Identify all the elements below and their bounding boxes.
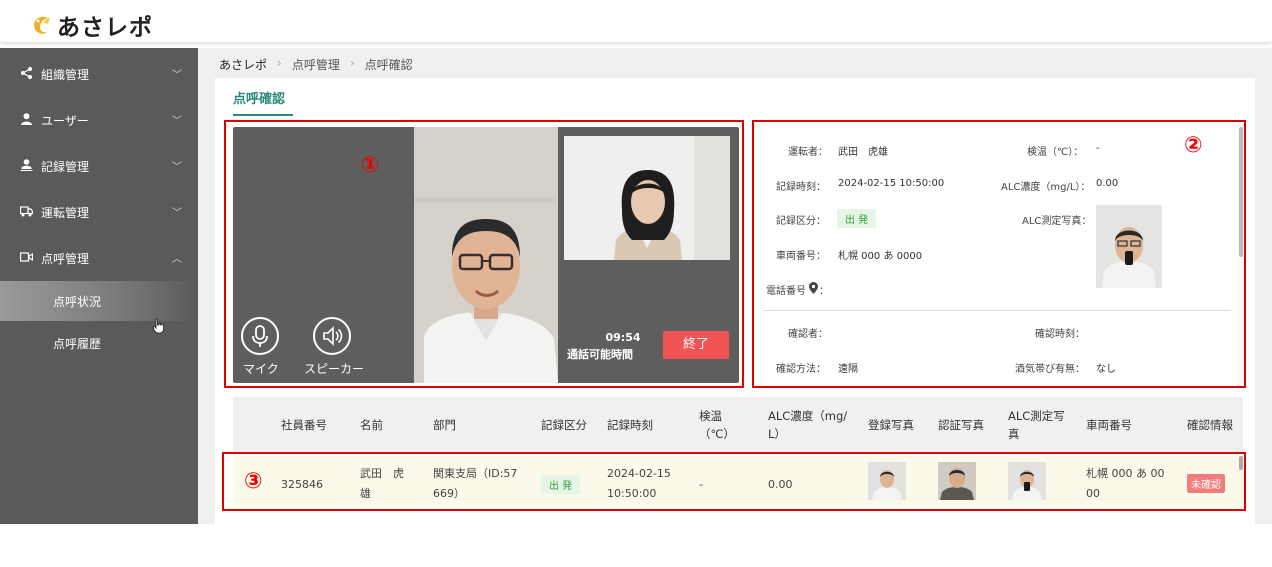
alc-value: 0.00 (1096, 178, 1119, 189)
highlight-box-2 (752, 120, 1246, 388)
truck-icon (20, 206, 33, 217)
confirmer-label: 確認者： (788, 329, 828, 340)
location-pin-icon (809, 282, 818, 294)
alc-photo-image (1096, 205, 1162, 288)
app-logo[interactable]: あさレポ (30, 8, 153, 42)
breadcrumb-home[interactable]: あさレポ (219, 56, 267, 73)
record-time-value: 2024-02-15 10:50:00 (838, 178, 945, 189)
col-record-time[interactable]: 記録時刻 (607, 416, 653, 434)
sidebar-item-label: 組織管理 (41, 68, 90, 82)
col-record-type[interactable]: 記録区分 (541, 416, 587, 434)
col-reg-photo[interactable]: 登録写真 (868, 416, 914, 434)
vehicle-value: 札幌 000 あ 0000 (838, 251, 923, 262)
user-icon (21, 113, 32, 125)
alc-photo[interactable] (1096, 205, 1162, 288)
record-icon (20, 159, 33, 171)
info-divider (763, 310, 1231, 311)
sidebar-item-label: ユーザー (41, 114, 89, 128)
sidebar-item-rollcall[interactable]: 点呼管理 ︿ (0, 234, 198, 280)
sidebar-item-users[interactable]: ユーザー ﹀ (0, 96, 198, 142)
sidebar-item-label: 運転管理 (41, 206, 90, 220)
breadcrumb-separator-icon: › (277, 56, 282, 70)
sidebar-item-organization[interactable]: 組織管理 ﹀ (0, 50, 198, 96)
record-type-badge: 出 発 (837, 209, 877, 228)
cursor-icon (152, 551, 164, 567)
col-alc-unit: L） (768, 427, 786, 441)
marker-2: ② (1184, 133, 1203, 158)
breadcrumb: あさレポ › 点呼管理 › 点呼確認 (219, 56, 423, 73)
sidebar-item-records[interactable]: 記録管理 ﹀ (0, 142, 198, 188)
phone-label: 電話番号 (766, 286, 806, 297)
chevron-down-icon: ﹀ (172, 116, 182, 127)
col-auth-photo[interactable]: 認証写真 (938, 416, 984, 434)
confirm-method-value: 遠隔 (838, 364, 858, 375)
record-time-label: 記録時刻： (776, 182, 826, 193)
confirm-method-label: 確認方法： (776, 364, 826, 375)
vehicle-label: 車両番号： (776, 251, 826, 262)
phone-colon: ： (819, 286, 829, 297)
col-employee-no[interactable]: 社員番号 (281, 416, 327, 434)
marker-1: ① (361, 153, 380, 178)
tab-underline (233, 114, 293, 116)
col-confirm[interactable]: 確認情報 (1187, 416, 1233, 434)
info-scrollbar[interactable] (1239, 127, 1243, 257)
sidebar-subitem-label: 点呼状況 (53, 295, 102, 309)
col-alc[interactable]: ALC濃度（mg/ (768, 407, 847, 425)
col-dept[interactable]: 部門 (433, 416, 456, 434)
highlight-box-1 (224, 120, 744, 388)
alc-photo-label: ALC測定写真： (1022, 216, 1092, 227)
video-icon (20, 252, 33, 262)
record-type-label: 記録区分： (776, 216, 826, 227)
alcohol-value: なし (1096, 364, 1116, 375)
col-alc-photo-cont: 真 (1008, 427, 1020, 441)
highlight-box-3 (222, 452, 1246, 511)
sidebar-item-driving[interactable]: 運転管理 ﹀ (0, 188, 198, 234)
tab-rollcall-confirm[interactable]: 点呼確認 (233, 88, 285, 107)
chevron-down-icon: ﹀ (172, 162, 182, 173)
temperature-value: - (1096, 143, 1100, 154)
alc-label: ALC濃度（mg/L）： (1001, 182, 1091, 193)
chevron-down-icon: ﹀ (172, 208, 182, 219)
sidebar-subitem-rollcall-history[interactable]: 点呼履歴 (0, 323, 198, 363)
sidebar-subitem-rollcall-status[interactable]: 点呼状況 (0, 281, 198, 321)
chevron-up-icon: ︿ (172, 254, 182, 265)
top-header: あさレポ (0, 0, 1272, 42)
sidebar: 組織管理 ﹀ ユーザー ﹀ 記録管理 ﹀ 運転管理 ﹀ 点呼管理 ︿ 点呼状況 … (0, 48, 198, 524)
sidebar-item-label: 記録管理 (41, 160, 90, 174)
logo-icon (34, 16, 50, 34)
breadcrumb-rollcall[interactable]: 点呼管理 (292, 56, 340, 73)
marker-3: ③ (244, 469, 263, 494)
chevron-down-icon: ﹀ (172, 70, 182, 81)
breadcrumb-separator-icon: › (349, 56, 355, 70)
hand-cursor-icon (153, 318, 164, 334)
sidebar-item-label: 点呼管理 (41, 252, 90, 266)
share-icon (21, 67, 32, 79)
col-temp[interactable]: 検温 (699, 407, 722, 425)
driver-value: 武田 虎雄 (838, 147, 888, 158)
confirm-time-label: 確認時刻： (1035, 329, 1085, 340)
driver-label: 運転者： (788, 147, 828, 158)
sidebar-subitem-label: 点呼履歴 (53, 337, 102, 351)
breadcrumb-current: 点呼確認 (364, 58, 413, 72)
app-title: あさレポ (57, 15, 153, 41)
col-alc-photo[interactable]: ALC測定写 (1008, 407, 1065, 425)
col-vehicle[interactable]: 車両番号 (1086, 416, 1132, 434)
col-name[interactable]: 名前 (360, 416, 383, 434)
alcohol-label: 酒気帯び有無： (1015, 364, 1085, 375)
temperature-label: 検温（℃）： (1027, 147, 1084, 158)
col-temp-unit: （℃） (699, 427, 735, 441)
